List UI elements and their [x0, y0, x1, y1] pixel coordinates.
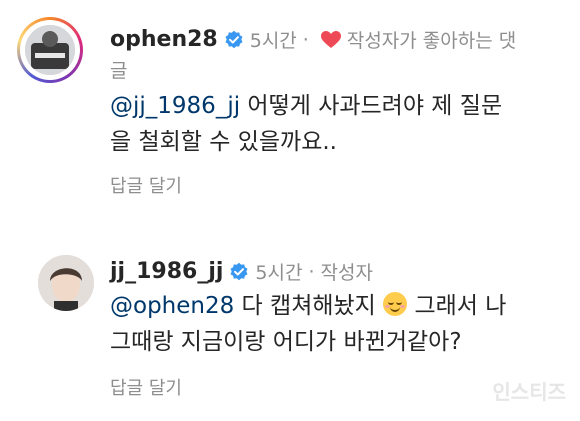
avatar-ring-inner: [20, 20, 80, 80]
avatar-story-ring[interactable]: [17, 17, 83, 83]
username[interactable]: jj_1986_jj: [110, 259, 223, 284]
timestamp: 5시간: [249, 30, 297, 52]
comment-text-line1: 어떻게 사과드려야 제 질문: [240, 93, 503, 119]
author-label: 작성자: [320, 262, 373, 284]
comment-text-line2: 그때랑 지금이랑 어디가 바뀐거같아?: [110, 329, 462, 355]
comment-text: @jj_1986_jj 어떻게 사과드려야 제 질문 을 철회할 수 있을까요.…: [110, 88, 502, 160]
reply-button[interactable]: 답글 달기: [110, 172, 182, 198]
username[interactable]: ophen28: [110, 27, 218, 52]
separator-dot: ·: [302, 28, 309, 51]
separator-dot: ·: [308, 260, 315, 283]
liked-by-author-label: 작성자가 좋아하는 댓: [346, 30, 517, 52]
liked-by-author-label-wrap: 글: [110, 60, 128, 82]
comment-text-line2: 을 철회할 수 있을까요..: [110, 129, 337, 155]
mention-link[interactable]: @ophen28: [110, 293, 234, 319]
mention-link[interactable]: @jj_1986_jj: [110, 93, 240, 119]
comment-text-line1a: 다 캡쳐해놨지: [234, 293, 376, 319]
avatar[interactable]: [25, 25, 75, 75]
smiling-face-emoji: [383, 292, 408, 316]
reply-button[interactable]: 답글 달기: [110, 374, 182, 400]
verified-badge-icon: [229, 262, 249, 282]
avatar-image: [38, 255, 94, 311]
comment-text: @ophen28 다 캡쳐해놨지 그래서 나 그때랑 지금이랑 어디가 바뀐거같…: [110, 288, 506, 360]
comment-header: jj_1986_jj 5시간 · 작성자: [110, 258, 373, 285]
verified-badge-icon: [224, 30, 244, 50]
timestamp: 5시간: [255, 262, 303, 284]
avatar-image: [25, 25, 75, 75]
comment-header: ophen28 5시간 · 작성자가 좋아하는 댓: [110, 26, 516, 53]
heart-icon: [320, 28, 341, 52]
avatar[interactable]: [38, 255, 94, 311]
watermark: 인스티즈: [492, 380, 566, 404]
comment-text-line1b: 그래서 나: [407, 293, 507, 319]
